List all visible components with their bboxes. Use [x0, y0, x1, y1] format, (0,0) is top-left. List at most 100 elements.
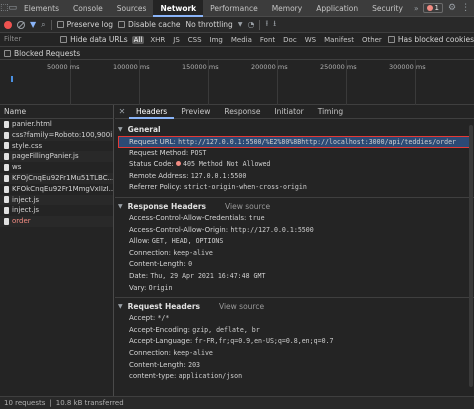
tab-network[interactable]: Network: [153, 0, 204, 17]
list-item[interactable]: panier.html: [0, 119, 113, 130]
inspect-icon[interactable]: ⬚: [0, 0, 9, 16]
list-item[interactable]: style.css: [0, 141, 113, 152]
header-key: Date:: [129, 271, 149, 280]
type-filter-doc[interactable]: Doc: [281, 36, 299, 44]
filter-input[interactable]: Filter: [4, 34, 56, 45]
type-filter-img[interactable]: Img: [208, 36, 225, 44]
type-filter-css[interactable]: CSS: [186, 36, 204, 44]
details-scrollbar[interactable]: [469, 125, 473, 387]
file-icon: [4, 164, 9, 172]
preserve-log-checkbox[interactable]: Preserve log: [56, 20, 113, 29]
error-count: 1: [434, 4, 439, 12]
list-item[interactable]: inject.js: [0, 205, 113, 216]
blocked-requests-checkbox[interactable]: Blocked Requests: [4, 49, 80, 58]
header-key: Status Code:: [129, 160, 174, 169]
tab-sources[interactable]: Sources: [110, 0, 154, 17]
section-title: General: [127, 125, 161, 134]
more-tabs-icon[interactable]: »: [410, 4, 423, 13]
blocked-requests-bar: Blocked Requests: [0, 47, 474, 60]
tab-performance[interactable]: Performance: [203, 0, 265, 17]
file-icon: [4, 218, 9, 226]
status-separator: |: [49, 399, 52, 407]
view-source-link[interactable]: View source: [219, 301, 264, 313]
tab-elements[interactable]: Elements: [17, 0, 66, 17]
hide-data-urls-checkbox[interactable]: Hide data URLs: [60, 35, 128, 44]
header-value: 405 Method Not Allowed: [183, 160, 271, 169]
close-icon[interactable]: ✕: [115, 107, 129, 116]
header-key: Access-Control-Allow-Credentials:: [129, 213, 247, 222]
header-value: fr-FR,fr;q=0.9,en-US;q=0.8,en;q=0.7: [194, 337, 334, 346]
record-icon[interactable]: [4, 20, 12, 29]
header-key: Allow:: [129, 237, 150, 246]
checkbox-box[interactable]: [118, 21, 126, 28]
view-source-link[interactable]: View source: [225, 201, 270, 213]
device-toolbar-icon[interactable]: ▭: [9, 0, 18, 16]
import-har-icon[interactable]: ⭱: [265, 18, 268, 32]
has-blocked-cookies-checkbox[interactable]: Has blocked cookies: [387, 35, 474, 44]
tab-memory[interactable]: Memory: [265, 0, 310, 17]
tab-timing[interactable]: Timing: [311, 105, 350, 119]
checkbox-box[interactable]: [4, 49, 11, 57]
name-column-header[interactable]: Name: [0, 105, 113, 119]
checkbox-box[interactable]: [56, 21, 64, 28]
search-icon[interactable]: ⌕: [41, 20, 45, 30]
checkbox-box[interactable]: [387, 36, 395, 43]
timeline-overview[interactable]: 50000 ms 100000 ms 150000 ms 200000 ms 2…: [0, 60, 474, 105]
referrer-policy-row: Referrer Policy: strict-origin-when-cros…: [115, 182, 474, 194]
list-item[interactable]: pageFillingPanier.js: [0, 151, 113, 163]
list-item-selected[interactable]: order: [0, 216, 113, 227]
tab-headers[interactable]: Headers: [129, 105, 175, 119]
section-title: Response Headers: [127, 201, 207, 211]
list-item[interactable]: KFOkCnqEu92Fr1MmgVxIIzI...: [0, 184, 113, 195]
export-har-icon[interactable]: ⭳: [273, 18, 276, 32]
request-name: panier.html: [12, 120, 52, 128]
checkbox-box[interactable]: [60, 36, 68, 43]
request-details: ✕ Headers Preview Response Initiator Tim…: [115, 105, 474, 396]
tab-security[interactable]: Security: [365, 0, 410, 17]
file-icon: [4, 207, 9, 215]
header-value: Thu, 29 Apr 2021 16:47:48 GMT: [150, 271, 266, 280]
list-item[interactable]: css?family=Roboto:100,900i: [0, 129, 113, 141]
type-filter-xhr[interactable]: XHR: [148, 36, 167, 44]
header-key: Connection:: [129, 248, 171, 257]
tab-console[interactable]: Console: [66, 0, 110, 17]
gear-icon[interactable]: ⚙: [448, 3, 456, 13]
timeline-tick: 250000 ms: [320, 63, 357, 71]
type-filter-media[interactable]: Media: [229, 36, 254, 44]
throttling-select[interactable]: No throttling ▼: [185, 20, 242, 29]
type-filter-ws[interactable]: WS: [303, 36, 318, 44]
request-list: Name panier.html css?family=Roboto:100,9…: [0, 105, 114, 396]
request-url-row[interactable]: Request URL: http://127.0.0.1:5500/%E2%8…: [118, 136, 472, 148]
type-filter-js[interactable]: JS: [171, 36, 182, 44]
kebab-menu-icon[interactable]: ⋮: [461, 3, 470, 13]
clear-icon[interactable]: [17, 20, 25, 29]
request-name: order: [12, 217, 31, 226]
list-item[interactable]: inject.js: [0, 194, 113, 206]
general-section-header[interactable]: ▼ General: [115, 124, 474, 136]
request-headers-section-header[interactable]: ▼ Request Headers View source: [115, 301, 474, 313]
tab-application[interactable]: Application: [309, 0, 365, 17]
request-name: KFOjCnqEu92Fr1Mu51TLBC...: [12, 173, 113, 182]
type-filter-font[interactable]: Font: [258, 36, 277, 44]
tab-initiator[interactable]: Initiator: [267, 105, 310, 119]
filter-icon[interactable]: ▼: [30, 20, 36, 29]
header-key: Referrer Policy:: [129, 183, 182, 192]
response-headers-section-header[interactable]: ▼ Response Headers View source: [115, 201, 474, 213]
list-item[interactable]: KFOjCnqEu92Fr1Mu51TLBC...: [0, 172, 113, 184]
tab-preview[interactable]: Preview: [174, 105, 217, 119]
timeline-tick: 50000 ms: [47, 63, 80, 71]
toolbar-divider: [259, 19, 261, 30]
header-value: application/json: [178, 372, 243, 381]
type-filter-other[interactable]: Other: [360, 36, 384, 44]
tab-response[interactable]: Response: [217, 105, 267, 119]
error-count-badge[interactable]: 1: [422, 3, 443, 13]
header-row: Accept-Language: fr-FR,fr;q=0.9,en-US;q=…: [115, 336, 474, 348]
network-toolbar: ▼ ⌕ Preserve log Disable cache No thrott…: [0, 17, 474, 33]
disable-cache-checkbox[interactable]: Disable cache: [118, 20, 180, 29]
list-item[interactable]: ws: [0, 162, 113, 173]
type-filter-all[interactable]: All: [131, 35, 145, 44]
type-filter-manifest[interactable]: Manifest: [322, 36, 356, 44]
network-conditions-icon[interactable]: ◔: [247, 20, 254, 29]
header-value: true: [248, 213, 265, 222]
toolbar-divider: [50, 19, 52, 30]
